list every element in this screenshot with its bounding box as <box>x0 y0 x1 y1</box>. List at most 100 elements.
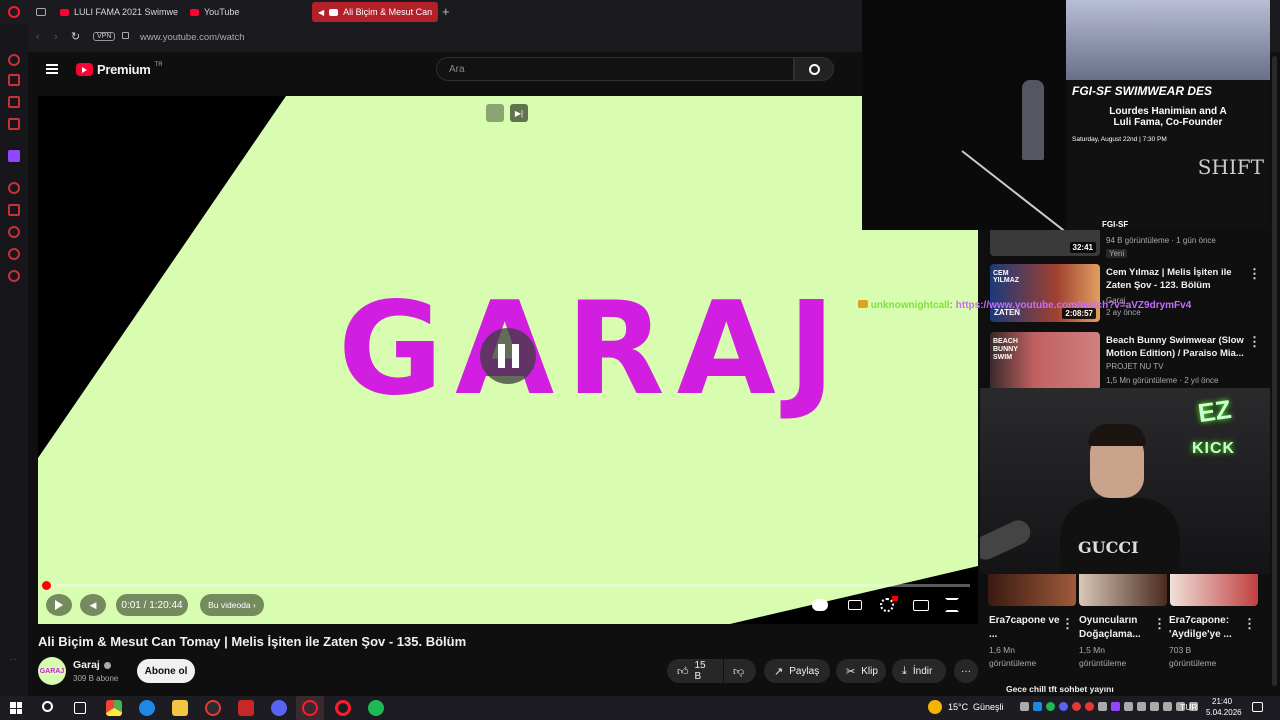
page-scrollbar[interactable] <box>1272 56 1277 686</box>
clip-button[interactable]: ✂ Klip <box>836 659 886 683</box>
tab-luli-fama[interactable]: LULI FAMA 2021 Swimwea <box>54 2 178 22</box>
theater-mode-icon[interactable] <box>913 600 929 611</box>
discord-icon[interactable] <box>271 700 287 716</box>
fullscreen-icon[interactable] <box>945 598 959 612</box>
new-badge: Yeni <box>1106 249 1128 258</box>
thumbs-up-icon: 👍︎ <box>677 665 689 678</box>
task-view-icon[interactable] <box>74 702 86 714</box>
chapter-button[interactable]: Bu videoda › <box>200 594 264 616</box>
like-button[interactable]: 👍︎ 15 B <box>667 659 723 683</box>
event-title: FGI-SF SWIMWEAR DES <box>1072 84 1212 98</box>
search-button[interactable] <box>794 57 834 81</box>
miniplayer-icon[interactable] <box>486 104 504 122</box>
more-options-icon[interactable]: ⋮ <box>1153 616 1166 632</box>
subscriber-count: 309 B abone <box>73 674 119 683</box>
url-field[interactable]: www.youtube.com/watch <box>140 32 245 43</box>
event-peek-text: FGI-SF <box>1102 220 1129 229</box>
more-options-icon[interactable]: ⋮ <box>1061 616 1074 632</box>
channel-avatar[interactable]: GARAJ <box>38 657 66 685</box>
sidebar-settings-icon[interactable] <box>8 270 20 282</box>
short-views: 1,5 Mn görüntüleme <box>1079 645 1127 668</box>
short-item[interactable]: Era7capone ve ... 1,6 Mn görüntüleme ⋮ <box>989 574 1077 694</box>
forward-icon[interactable]: › <box>54 31 58 43</box>
short-item[interactable]: Era7capone: 'Aydilge'ye ... 703 B görünt… <box>1169 574 1257 694</box>
sidebar-arrow-icon[interactable] <box>8 54 20 66</box>
windows-start-icon[interactable] <box>10 702 22 714</box>
sidebar-messenger-icon[interactable] <box>8 96 20 108</box>
weather-temp[interactable]: 15°C <box>948 702 968 712</box>
more-options-icon[interactable]: ⋮ <box>1248 334 1261 350</box>
sidebar-bookmark-icon[interactable] <box>8 204 20 216</box>
youtube-logo[interactable]: Premium TR <box>76 62 163 77</box>
video-player[interactable]: GARAJ ▶| ◀ 0:01 / 1:20:44 Bu videoda › <box>38 96 978 624</box>
thumbnail: CEM YILMAZ ZATEN 2:08:57 <box>990 264 1100 322</box>
share-button[interactable]: ↗ Paylaş <box>764 659 830 683</box>
sidebar-bag-icon[interactable] <box>8 74 20 86</box>
volume-icon: ◀ <box>89 599 97 610</box>
download-icon: ⤓ <box>902 664 907 677</box>
obs-icon[interactable] <box>205 700 221 716</box>
recommendation-item[interactable]: BEACH BUNNY SWIM Beach Bunny Swimwear (S… <box>990 332 1270 390</box>
chrome-icon[interactable] <box>106 700 122 716</box>
kick-ez-neon: EZ <box>1196 393 1234 429</box>
sidebar-more-icon[interactable]: ·· <box>10 654 17 665</box>
back-icon[interactable]: ‹ <box>36 31 40 43</box>
new-tab-button[interactable]: + <box>442 4 450 19</box>
hamburger-menu-icon[interactable] <box>46 64 58 74</box>
language-indicator[interactable]: TUR <box>1180 702 1197 712</box>
spotify-icon[interactable] <box>368 700 384 716</box>
reload-icon[interactable]: ↻ <box>71 30 80 43</box>
system-tray-icons[interactable] <box>1020 702 1198 711</box>
avatar-text: GARAJ <box>39 667 65 675</box>
sidebar-mail-icon[interactable] <box>8 118 20 130</box>
more-options-icon[interactable]: ⋮ <box>1248 266 1261 282</box>
twitch-icon[interactable] <box>8 150 20 162</box>
search-input[interactable]: Ara <box>436 57 794 81</box>
tab-ali-bicim-active[interactable]: ◀ Ali Biçim & Mesut Can <box>312 2 438 22</box>
vpn-badge[interactable]: VPN <box>93 32 116 41</box>
progress-bar[interactable] <box>46 584 970 587</box>
more-options-icon[interactable]: ⋮ <box>1243 616 1256 632</box>
recommendation-item[interactable]: CEM YILMAZ ZATEN 2:08:57 Cem Yılmaz | Me… <box>990 264 1270 322</box>
event-date: Saturday, August 22nd | 7:30 PM <box>1072 136 1167 143</box>
opera-logo-icon[interactable] <box>8 6 20 18</box>
skip-icon[interactable]: ▶| <box>510 104 528 122</box>
next-item-peek[interactable]: Gece chill tft sohbet yayını <box>1006 684 1256 696</box>
share-label: Paylaş <box>789 665 820 677</box>
dislike-button[interactable]: 👎︎ <box>724 659 756 683</box>
progress-scrubber[interactable] <box>42 581 51 590</box>
clock-time[interactable]: 21:40 <box>1212 697 1232 706</box>
taskbar-search-icon[interactable] <box>42 701 53 712</box>
opera-icon[interactable] <box>335 700 351 716</box>
channel-name[interactable]: Garaj <box>73 659 111 671</box>
short-item[interactable]: Oyuncuların Doğaçlama... 1,5 Mn görüntül… <box>1079 574 1167 694</box>
play-button[interactable] <box>46 594 72 616</box>
search-icon <box>808 63 820 75</box>
recommendation-partial[interactable]: 32:41 94 B görüntüleme · 1 gün önce Yeni <box>990 230 1270 260</box>
more-actions-button[interactable]: ··· <box>954 659 978 683</box>
volume-button[interactable]: ◀ <box>80 594 106 616</box>
rec-channel: PROJET NU TV <box>1106 362 1164 371</box>
play-icon <box>55 600 63 610</box>
file-explorer-icon[interactable] <box>172 700 188 716</box>
webcam-overlay: GUCCI EZ KICK <box>980 388 1270 574</box>
sidebar-player-icon[interactable] <box>8 182 20 194</box>
voicemeeter-icon[interactable] <box>238 700 254 716</box>
notification-icon[interactable] <box>1252 702 1263 712</box>
sidebar-extension-icon[interactable] <box>8 248 20 260</box>
pause-overlay-icon[interactable] <box>480 328 536 384</box>
sidebar-history-icon[interactable] <box>8 226 20 238</box>
tab-menu-icon[interactable] <box>36 8 46 16</box>
subtitles-icon[interactable] <box>848 600 862 610</box>
clock-date[interactable]: 5.04.2026 <box>1206 708 1242 717</box>
download-button[interactable]: ⤓ İndir <box>892 659 946 683</box>
short-title: Era7capone: 'Aydilge'ye ... <box>1169 615 1232 640</box>
channel-name-text: Garaj <box>73 659 100 671</box>
opera-gx-icon[interactable] <box>302 700 318 716</box>
tab-youtube[interactable]: YouTube <box>184 2 304 22</box>
youtube-favicon-icon <box>329 8 339 16</box>
edge-icon[interactable] <box>139 700 155 716</box>
tab-label: Ali Biçim & Mesut Can <box>343 7 433 17</box>
autoplay-toggle[interactable] <box>812 599 828 611</box>
subscribe-button[interactable]: Abone ol <box>137 659 195 683</box>
